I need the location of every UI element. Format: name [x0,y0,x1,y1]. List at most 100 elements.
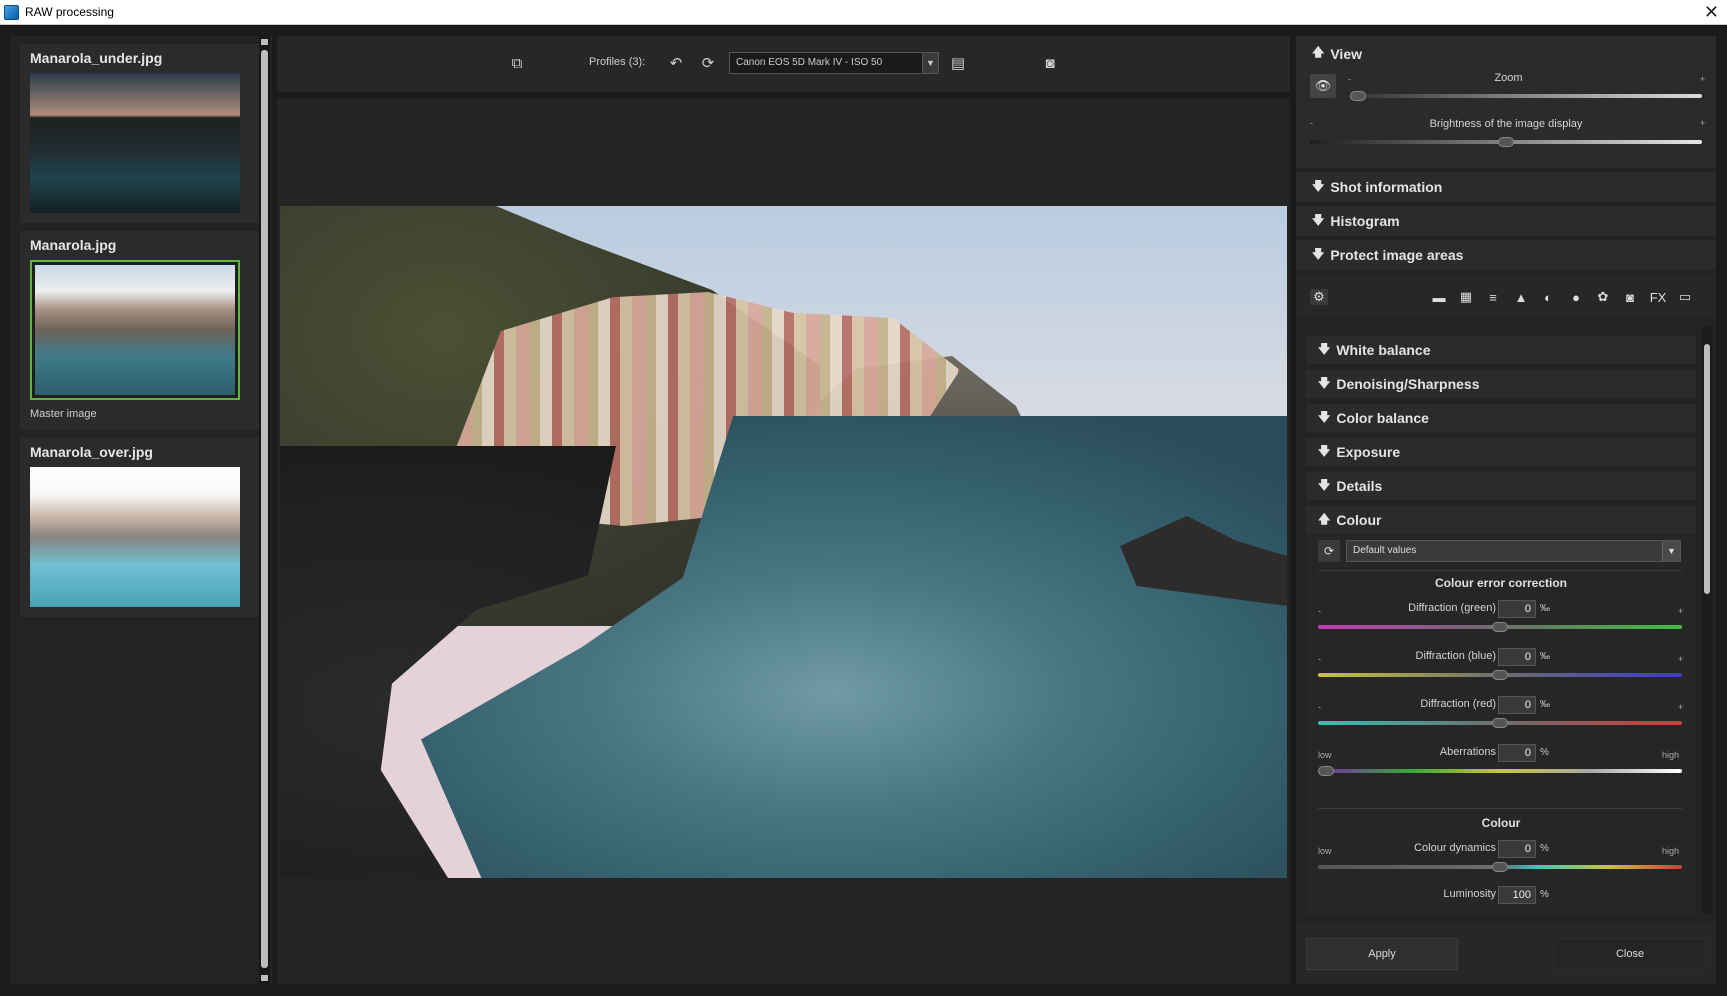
histogram-label: Histogram [1330,213,1400,229]
chevron-down-icon[interactable]: ▼ [1662,541,1680,561]
thumbnail-image-over[interactable] [30,467,240,607]
details-header[interactable]: 🡇 Details [1306,472,1696,500]
white-balance-header[interactable]: 🡇 White balance [1306,336,1696,364]
diffraction-red-input[interactable]: 0 [1498,696,1536,714]
colour-preset-value: Default values [1353,545,1417,556]
scroll-up-arrow-icon[interactable] [261,39,268,45]
white-balance-label: White balance [1336,342,1431,358]
palette-icon[interactable]: ✿ [1594,289,1612,305]
thumbnail-panel: Manarola_under.jpg Manarola.jpg Master i… [10,36,272,984]
diffraction-red-label: Diffraction (red) [1420,698,1496,710]
plus-label: + [1678,654,1684,664]
denoise-icon[interactable]: ▦ [1457,289,1475,305]
colour-wheel-icon[interactable]: ● [1567,289,1585,305]
colour-preset-select[interactable]: Default values ▼ [1346,540,1681,562]
brightness-slider-knob[interactable] [1498,137,1514,147]
contrast-icon[interactable]: ◐ [1539,289,1557,305]
image-preview-area [277,98,1290,984]
aberrations-input[interactable]: 0 [1498,744,1536,762]
arrow-up-icon: 🡅 [1318,511,1331,526]
view-section: 🡅 View 👁 - Zoom + - Brightness of the im… [1296,36,1716,168]
thumbnail-card-under[interactable]: Manarola_under.jpg [20,44,264,223]
close-button[interactable]: Close [1554,938,1706,970]
protect-image-areas-header[interactable]: 🡇 Protect image areas [1296,240,1716,270]
fx-icon[interactable]: FX [1649,289,1667,305]
diffraction-green-input[interactable]: 0 [1498,600,1536,618]
refresh-icon[interactable]: ⟳ [697,52,719,74]
exposure-icon[interactable]: ▲ [1512,289,1530,305]
scrollbar-thumb[interactable] [261,50,268,968]
colour-dynamics-low-label: low [1318,846,1332,856]
aberrations-unit: % [1540,747,1549,758]
eye-icon[interactable]: 👁 [1310,74,1336,98]
aberrations-slider[interactable] [1318,769,1682,773]
arrow-down-icon: 🡇 [1312,212,1325,227]
copy-settings-icon[interactable]: ⧉ [506,52,528,74]
exposure-header[interactable]: 🡇 Exposure [1306,438,1696,466]
thumbnail-card-over[interactable]: Manarola_over.jpg [20,438,264,617]
adjustments-panel: 🡇 White balance 🡇 Denoising/Sharpness 🡇 … [1296,324,1716,916]
diffraction-blue-input[interactable]: 0 [1498,648,1536,666]
profile-select-value: Canon EOS 5D Mark IV - ISO 50 [736,57,883,68]
histogram-header[interactable]: 🡇 Histogram [1296,206,1716,236]
arrow-down-icon: 🡇 [1318,341,1331,356]
thumbnail-image-under[interactable] [30,73,240,213]
diffraction-blue-unit: ‰ [1540,651,1550,662]
diffraction-blue-knob[interactable] [1492,670,1508,680]
color-balance-icon[interactable]: ≡ [1484,289,1502,305]
plus-label: + [1678,606,1684,616]
scrollbar-thumb[interactable] [1704,344,1710,594]
profiles-label: Profiles (3): [589,56,646,68]
scroll-down-arrow-icon[interactable] [261,975,268,981]
title-bar: RAW processing ✕ [0,0,1727,25]
colour-header[interactable]: 🡅 Colour [1306,506,1696,534]
chevron-down-icon[interactable]: ▼ [922,53,938,73]
apply-button[interactable]: Apply [1306,938,1458,970]
colour-dynamics-unit: % [1540,843,1549,854]
thumbnail-card-master[interactable]: Manarola.jpg Master image [20,231,264,430]
aberrations-knob[interactable] [1318,766,1334,776]
settings-gear-icon[interactable]: ⚙ [1310,289,1328,305]
shot-information-header[interactable]: 🡇 Shot information [1296,172,1716,202]
window-close-button[interactable]: ✕ [1704,2,1719,22]
save-profile-icon[interactable]: ▤ [947,52,969,74]
profile-select[interactable]: Canon EOS 5D Mark IV - ISO 50 ▼ [729,52,939,74]
main-preview-image[interactable] [280,206,1287,878]
reset-icon[interactable]: ⟳ [1318,540,1340,562]
luminosity-input[interactable]: 100 [1498,886,1536,904]
denoising-header[interactable]: 🡇 Denoising/Sharpness [1306,370,1696,398]
details-label: Details [1336,478,1383,494]
arrow-down-icon: 🡇 [1318,375,1331,390]
diffraction-green-knob[interactable] [1492,622,1508,632]
arrow-down-icon: 🡇 [1312,178,1325,193]
master-image-caption: Master image [30,408,97,420]
diffraction-red-unit: ‰ [1540,699,1550,710]
colour-dynamics-high-label: high [1662,846,1680,856]
zoom-slider[interactable] [1350,94,1702,98]
view-section-header[interactable]: 🡅 View [1312,43,1362,64]
colour-section-body: ⟳ Default values ▼ Colour error correcti… [1306,534,1696,916]
arrow-down-icon: 🡇 [1318,443,1331,458]
diffraction-green-label: Diffraction (green) [1408,602,1496,614]
compare-icon[interactable]: ▭ [1676,289,1694,305]
diffraction-red-knob[interactable] [1492,718,1508,728]
arrow-down-icon: 🡇 [1312,246,1325,261]
camera-icon[interactable]: ◙ [1621,289,1639,305]
color-balance-label: Color balance [1336,410,1429,426]
camera-snapshot-icon[interactable]: ◙ [1039,52,1061,74]
color-balance-header[interactable]: 🡇 Color balance [1306,404,1696,432]
thumbnail-image-master[interactable] [30,260,240,400]
colour-dynamics-label: Colour dynamics [1414,842,1496,854]
colour-label: Colour [1336,512,1382,528]
thumbnail-scrollbar[interactable] [259,36,270,984]
aberrations-label: Aberrations [1439,746,1496,758]
zoom-label: Zoom [1494,72,1523,84]
colour-dynamics-knob[interactable] [1492,862,1508,872]
divider [1318,570,1682,571]
white-balance-icon[interactable]: ▬ [1430,289,1448,305]
colour-dynamics-input[interactable]: 0 [1498,840,1536,858]
thumbnail-filename: Manarola_over.jpg [30,444,153,460]
undo-icon[interactable]: ↶ [665,52,687,74]
adjustments-scrollbar[interactable] [1702,326,1712,914]
zoom-slider-knob[interactable] [1350,91,1366,101]
